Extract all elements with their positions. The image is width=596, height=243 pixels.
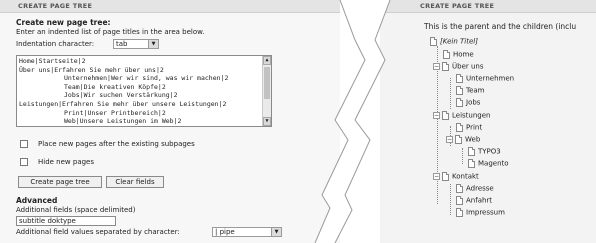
page-icon <box>455 135 462 144</box>
indentation-select-value: tab <box>116 40 128 48</box>
additional-fields-input[interactable]: subtitle doktype <box>16 216 116 226</box>
tree-item-label: Unternehmen <box>466 74 515 83</box>
textarea-line: Print|Unser Printbereich|2 <box>64 108 166 117</box>
place-after-label: Place new pages after the existing subpa… <box>38 140 195 148</box>
tree-item-leistungen[interactable]: − Leistungen <box>433 111 490 122</box>
scroll-up-icon[interactable]: ▲ <box>263 56 271 65</box>
minus-icon[interactable]: − <box>446 136 453 143</box>
tree-connector <box>450 184 451 215</box>
tree-item-label: Web <box>465 135 481 144</box>
tree-item-label: Print <box>466 123 483 132</box>
clear-fields-button[interactable]: Clear fields <box>106 176 164 188</box>
tree-item-impressum[interactable]: Impressum <box>456 208 505 219</box>
tree-item-web[interactable]: − Web <box>446 135 480 146</box>
page-icon <box>456 86 463 95</box>
page-icon <box>468 159 475 168</box>
chevron-down-icon: ▼ <box>271 228 281 236</box>
indentation-select[interactable]: tab ▼ <box>113 39 159 49</box>
tree-item-team[interactable]: Team <box>456 86 485 97</box>
page-icon <box>456 98 463 107</box>
tree-item-label: TYPO3 <box>478 147 501 156</box>
minus-icon[interactable]: − <box>433 63 440 70</box>
tree-item-typo3[interactable]: TYPO3 <box>468 147 501 158</box>
page-icon <box>456 184 463 193</box>
page-tree-textarea[interactable]: Home|Startseite|2 Über uns|Erfahren Sie … <box>16 55 272 127</box>
section-title: Create new page tree: <box>16 18 111 27</box>
additional-fields-label: Additional fields (space delimited) <box>16 206 136 214</box>
tree-item-label: Team <box>466 86 485 95</box>
page-tree-preview-panel: CREATE PAGE TREE This is the parent and … <box>380 0 596 243</box>
tree-item-label: Jobs <box>466 98 481 107</box>
separator-select-value: | pipe <box>215 228 235 236</box>
indentation-label: Indentation character: <box>16 40 95 48</box>
page-icon <box>443 50 450 59</box>
tree-item-label: Über uns <box>452 62 484 71</box>
tree-item-home[interactable]: Home <box>443 50 474 61</box>
textarea-line: Home|Startseite|2 <box>19 57 86 65</box>
tree-item-label: Leistungen <box>452 111 491 120</box>
tree-connector <box>450 78 451 109</box>
create-page-tree-button[interactable]: Create page tree <box>18 176 102 188</box>
page-icon <box>442 62 449 71</box>
tree-connector <box>462 148 463 164</box>
textarea-line: Über uns|Erfahren Sie mehr über uns|2 <box>19 65 164 74</box>
page-icon <box>456 123 463 132</box>
tree-item-label: Adresse <box>466 184 494 193</box>
tree-root-label: [Kein Titel] <box>440 37 478 46</box>
textarea-line: Unternehmen|Wer wir sind, was wir machen… <box>64 74 229 83</box>
tree-item-magento[interactable]: Magento <box>468 159 509 170</box>
tree-item-ueber-uns[interactable]: − Über uns <box>433 62 484 73</box>
panel-header: CREATE PAGE TREE <box>380 0 596 13</box>
hide-pages-label: Hide new pages <box>38 158 95 166</box>
page-icon <box>456 74 463 83</box>
minus-icon[interactable]: − <box>433 173 440 180</box>
hide-pages-checkbox[interactable] <box>20 158 28 166</box>
chevron-down-icon: ▼ <box>148 40 158 48</box>
textarea-line: Web|Unsere Leistungen im Web|2 <box>64 117 182 126</box>
scroll-down-icon[interactable]: ▼ <box>263 117 271 126</box>
tree-item-label: Anfahrt <box>466 196 493 205</box>
tree-item-jobs[interactable]: Jobs <box>456 98 480 109</box>
minus-icon[interactable]: − <box>433 112 440 119</box>
tree-item-label: Kontakt <box>452 172 479 181</box>
tree-item-kontakt[interactable]: − Kontakt <box>433 172 479 183</box>
page-icon <box>430 37 437 46</box>
separator-select[interactable]: | pipe ▼ <box>212 227 282 237</box>
page-icon <box>456 196 463 205</box>
torn-page-divider <box>314 0 391 243</box>
tree-item-adresse[interactable]: Adresse <box>456 184 494 195</box>
place-after-checkbox[interactable] <box>20 140 28 148</box>
panel-header: CREATE PAGE TREE <box>0 0 340 13</box>
tree-item-label: Impressum <box>466 208 505 217</box>
page-icon <box>442 111 449 120</box>
create-page-tree-form-panel: CREATE PAGE TREE Create new page tree: E… <box>0 0 340 243</box>
scrollbar-thumb[interactable] <box>264 67 270 99</box>
textarea-line: Leistungen|Erfahren Sie mehr über unsere… <box>19 99 227 108</box>
intro-text: This is the parent and the children (inc… <box>424 22 577 31</box>
tree-item-anfahrt[interactable]: Anfahrt <box>456 196 492 207</box>
textarea-line: Jobs|Wir suchen Verstärkung|2 <box>64 91 178 100</box>
advanced-title: Advanced <box>16 196 58 205</box>
tree-root[interactable]: [Kein Titel] <box>430 37 478 48</box>
textarea-line: Team|Die kreativen Köpfe|2 <box>64 82 166 91</box>
tree-item-print[interactable]: Print <box>456 123 482 134</box>
tree-item-label: Magento <box>478 159 509 168</box>
textarea-scrollbar[interactable]: ▲ ▼ <box>262 56 271 126</box>
page-icon <box>468 147 475 156</box>
instructions-text: Enter an indented list of page titles in… <box>16 28 205 36</box>
page-icon <box>442 172 449 181</box>
page-icon <box>456 208 463 217</box>
separator-label: Additional field values separated by cha… <box>16 228 180 236</box>
tree-item-label: Home <box>453 50 474 59</box>
torn-gap-shape <box>315 0 390 243</box>
tree-item-unternehmen[interactable]: Unternehmen <box>456 74 514 85</box>
